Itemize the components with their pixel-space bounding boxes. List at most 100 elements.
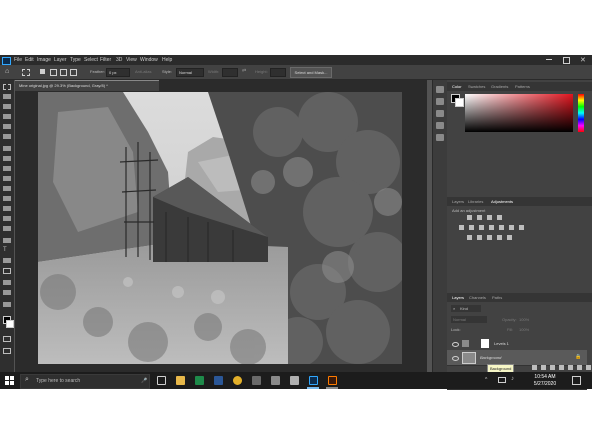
gradient-tool-icon[interactable]	[3, 206, 11, 211]
photoshop-taskbar-icon[interactable]	[309, 376, 318, 385]
photo-filter-icon[interactable]	[499, 225, 504, 230]
word-icon[interactable]	[214, 376, 223, 385]
width-input[interactable]	[222, 68, 238, 77]
excel-icon[interactable]	[195, 376, 204, 385]
show-hidden-icons[interactable]: ^	[485, 377, 487, 383]
blur-tool-icon[interactable]	[3, 216, 11, 221]
tab-layers[interactable]: Layers	[452, 295, 464, 300]
threshold-icon[interactable]	[487, 235, 492, 240]
zoom-tool-icon[interactable]	[3, 290, 11, 295]
intersect-selection-icon[interactable]	[70, 69, 77, 76]
hand-tool-icon[interactable]	[3, 280, 11, 285]
tab-adjustments[interactable]: Adjustments	[491, 199, 513, 204]
paint-icon[interactable]	[271, 376, 280, 385]
move-tool-icon[interactable]	[3, 94, 11, 99]
menu-3d[interactable]: 3D	[116, 57, 122, 63]
clock-date[interactable]: 5/27/2020	[525, 381, 565, 387]
tab-swatches[interactable]: Swatches	[468, 84, 485, 89]
add-mask-icon[interactable]	[550, 365, 555, 370]
tab-libraries[interactable]: Libraries	[468, 199, 483, 204]
visibility-eye-icon[interactable]	[452, 342, 459, 347]
blend-mode-select[interactable]: Normal	[451, 316, 487, 323]
menu-edit[interactable]: Edit	[25, 57, 34, 63]
type-tool-icon[interactable]: T	[3, 247, 11, 253]
antialias-label[interactable]: Anti-alias	[135, 69, 151, 74]
paragraph-panel-icon[interactable]	[436, 134, 444, 141]
marquee-tool-icon[interactable]	[22, 69, 30, 76]
add-selection-icon[interactable]	[50, 69, 57, 76]
frame-tool-icon[interactable]	[3, 134, 11, 139]
marquee-tool-icon[interactable]	[3, 84, 11, 90]
microphone-icon[interactable]: 🎤	[141, 378, 147, 384]
brightness-icon[interactable]	[467, 215, 472, 220]
tab-paths[interactable]: Paths	[492, 295, 502, 300]
menu-filter[interactable]: Filter	[100, 57, 111, 63]
menu-select[interactable]: Select	[84, 57, 98, 63]
height-input[interactable]	[270, 68, 286, 77]
rectangle-tool-icon[interactable]	[3, 268, 11, 274]
crop-tool-icon[interactable]	[3, 124, 11, 129]
illustrator-taskbar-icon[interactable]	[328, 376, 337, 385]
chrome-icon[interactable]	[233, 376, 242, 385]
curves-icon[interactable]	[487, 215, 492, 220]
minimize-icon[interactable]	[546, 59, 552, 60]
menu-image[interactable]: Image	[37, 57, 51, 63]
close-icon[interactable]: ✕	[580, 56, 586, 64]
document-tab[interactable]: Mine original.jpg @ 29.3% (Background, G…	[15, 80, 159, 91]
dodge-tool-icon[interactable]	[3, 226, 11, 231]
quick-mask-icon[interactable]	[3, 336, 11, 342]
layer-row-background[interactable]: Background 🔒	[447, 350, 587, 366]
hue-saturation-icon[interactable]	[469, 225, 474, 230]
canvas-image[interactable]	[38, 92, 402, 364]
maximize-icon[interactable]	[563, 57, 570, 64]
link-layers-icon[interactable]	[532, 365, 537, 370]
new-layer-icon[interactable]	[577, 365, 582, 370]
color-balance-icon[interactable]	[479, 225, 484, 230]
screen-mode-icon[interactable]	[3, 348, 11, 354]
menu-layer[interactable]: Layer	[54, 57, 67, 63]
volume-icon[interactable]: ♪	[511, 376, 514, 382]
brush-tool-icon[interactable]	[3, 166, 11, 171]
selective-color-icon[interactable]	[507, 235, 512, 240]
edit-toolbar-icon[interactable]	[3, 302, 11, 307]
calculator-icon[interactable]	[252, 376, 261, 385]
style-select[interactable]: Normal	[176, 68, 204, 77]
history-brush-icon[interactable]	[3, 186, 11, 191]
tab-layers-top[interactable]: Layers	[452, 199, 464, 204]
select-and-mask-button[interactable]: Select and Mask...	[290, 67, 332, 78]
menu-window[interactable]: Window	[140, 57, 158, 63]
tab-patterns[interactable]: Patterns	[515, 84, 530, 89]
trash-icon[interactable]	[586, 365, 591, 370]
bg-color-chip[interactable]	[455, 98, 464, 107]
eraser-icon[interactable]	[3, 196, 11, 201]
background-color-swatch[interactable]	[6, 320, 14, 328]
task-view-icon[interactable]	[157, 376, 166, 385]
black-white-icon[interactable]	[489, 225, 494, 230]
tab-channels[interactable]: Channels	[469, 295, 486, 300]
vibrance-icon[interactable]	[459, 225, 464, 230]
eyedropper-icon[interactable]	[3, 146, 11, 151]
opacity-value[interactable]: 100%	[519, 317, 529, 322]
clock-time[interactable]: 10:54 AM	[525, 374, 565, 380]
color-lookup-icon[interactable]	[519, 225, 524, 230]
tab-gradients[interactable]: Gradients	[491, 84, 508, 89]
magic-wand-icon[interactable]	[3, 114, 11, 119]
levels-icon[interactable]	[477, 215, 482, 220]
notifications-icon[interactable]	[572, 376, 581, 385]
invert-icon[interactable]	[467, 235, 472, 240]
clone-stamp-icon[interactable]	[3, 176, 11, 181]
history-panel-icon[interactable]	[436, 86, 444, 93]
menu-view[interactable]: View	[126, 57, 137, 63]
brush-panel-icon[interactable]	[436, 110, 444, 117]
swap-icon[interactable]: ⇄	[242, 68, 246, 74]
color-picker-field[interactable]	[465, 94, 573, 132]
layer-mask-thumbnail[interactable]	[481, 339, 489, 348]
visibility-eye-icon[interactable]	[452, 356, 459, 361]
fx-icon[interactable]	[541, 365, 546, 370]
fill-value[interactable]: 100%	[519, 327, 529, 332]
new-adjustment-icon[interactable]	[559, 365, 564, 370]
gradient-map-icon[interactable]	[497, 235, 502, 240]
taskbar-search-box[interactable]: ⌕ Type here to search 🎤	[20, 374, 150, 389]
subtract-selection-icon[interactable]	[60, 69, 67, 76]
tab-color[interactable]: Color	[452, 84, 462, 89]
